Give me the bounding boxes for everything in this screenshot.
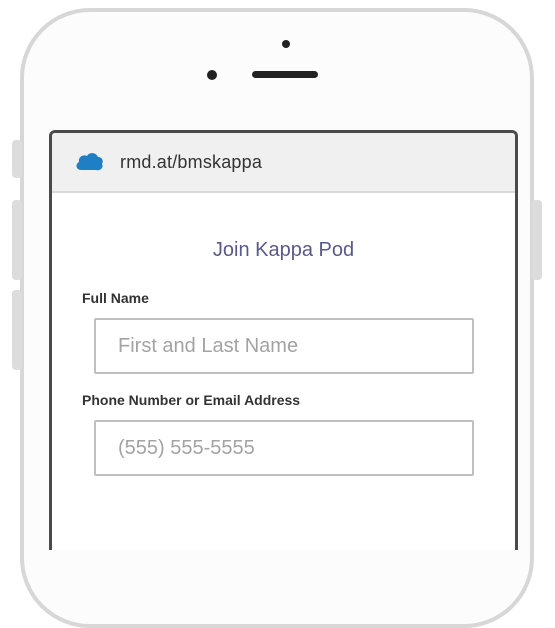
- mute-switch: [12, 140, 22, 178]
- volume-down-button: [12, 290, 22, 370]
- full-name-label: Full Name: [82, 290, 149, 306]
- contact-label: Phone Number or Email Address: [82, 392, 301, 408]
- browser-address-bar[interactable]: rmd.at/bmskappa: [52, 133, 515, 193]
- volume-up-button: [12, 200, 22, 280]
- phone-screen: rmd.at/bmskappa Join Kappa Pod Full Name…: [49, 130, 518, 550]
- proximity-sensor: [207, 70, 217, 80]
- front-camera: [282, 40, 290, 48]
- earpiece-speaker: [252, 71, 318, 78]
- url-text: rmd.at/bmskappa: [120, 151, 263, 172]
- cloud-logo-icon: [76, 153, 103, 171]
- page-title: Join Kappa Pod: [212, 239, 355, 261]
- full-name-input[interactable]: [94, 318, 474, 374]
- contact-input[interactable]: [94, 420, 474, 476]
- power-button: [532, 200, 542, 280]
